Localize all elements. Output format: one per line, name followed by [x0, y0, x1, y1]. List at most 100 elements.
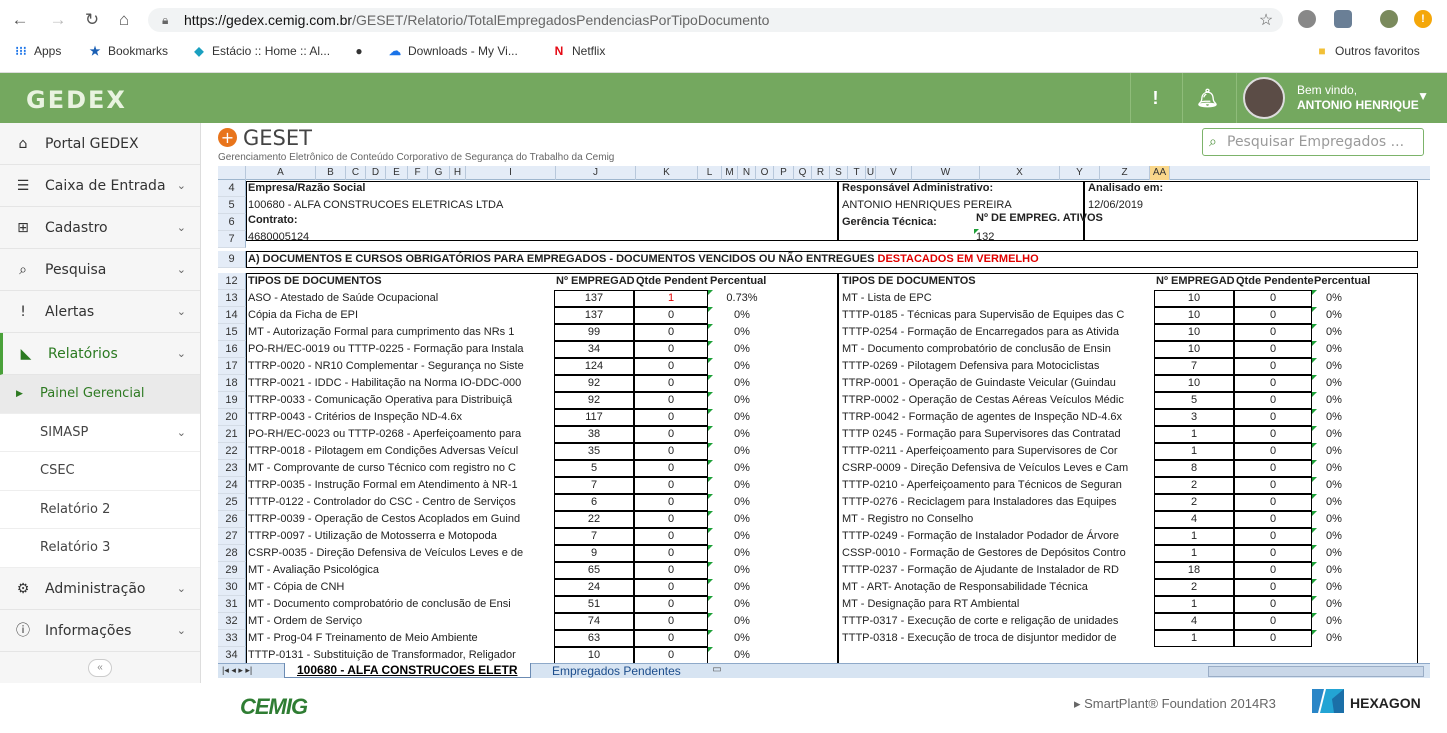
column-header[interactable]: X	[980, 166, 1060, 180]
right-percentual: 0%	[1326, 377, 1342, 389]
column-header[interactable]: J	[556, 166, 636, 180]
extension-icon[interactable]	[1334, 10, 1352, 28]
row-header[interactable]: 14	[218, 307, 246, 324]
column-header[interactable]: Q	[794, 166, 812, 180]
row-header[interactable]: 22	[218, 443, 246, 460]
column-header[interactable]: H	[450, 166, 466, 180]
row-header[interactable]: 19	[218, 392, 246, 409]
reload-icon[interactable]: ↻	[82, 10, 102, 30]
row-header[interactable]: 15	[218, 324, 246, 341]
row-header[interactable]: 9	[218, 251, 246, 268]
column-header[interactable]: W	[912, 166, 980, 180]
home-icon[interactable]: ⌂	[114, 10, 134, 30]
row-header[interactable]: 20	[218, 409, 246, 426]
row-header[interactable]: 34	[218, 647, 246, 664]
column-header[interactable]: E	[386, 166, 408, 180]
column-header[interactable]: K	[636, 166, 698, 180]
row-header[interactable]: 25	[218, 494, 246, 511]
sidebar-subitem-csec[interactable]: CSEC	[0, 452, 200, 491]
row-header[interactable]: 17	[218, 358, 246, 375]
sheet-tab-active[interactable]: 100680 - ALFA CONSTRUCOES ELETR	[284, 663, 531, 678]
column-header[interactable]: O	[756, 166, 774, 180]
gedex-logo[interactable]: GEDEX	[26, 86, 127, 114]
row-header[interactable]: 21	[218, 426, 246, 443]
update-alert-icon[interactable]: !	[1414, 10, 1432, 28]
sidebar-item-pesquisa[interactable]: ⌕ Pesquisa ⌄	[0, 249, 200, 291]
row-header[interactable]: 13	[218, 290, 246, 307]
sidebar-item-relatorios[interactable]: ◣ Relatórios ⌄	[0, 333, 200, 375]
horizontal-scrollbar[interactable]	[1208, 666, 1424, 677]
row-header[interactable]: 6	[218, 214, 246, 231]
profile-icon[interactable]	[1380, 10, 1398, 28]
column-header[interactable]: V	[876, 166, 912, 180]
bookmark-other-favorites[interactable]: ■ Outros favoritos	[1315, 44, 1419, 58]
column-header[interactable]: N	[738, 166, 756, 180]
sidebar-item-informacoes[interactable]: ⓘ Informações ⌄	[0, 610, 200, 652]
user-menu[interactable]: Bem vindo, ANTONIO HENRIQUE ▼	[1236, 73, 1447, 123]
row-header[interactable]: 12	[218, 273, 246, 290]
row-header[interactable]: 18	[218, 375, 246, 392]
column-header[interactable]: L	[698, 166, 722, 180]
column-header[interactable]: AA	[1150, 166, 1170, 180]
new-sheet-icon[interactable]: ▭	[706, 664, 728, 678]
url-input[interactable]: 🔒︎ https://gedex.cemig.com.br/GESET/Rela…	[148, 8, 1283, 32]
row-header[interactable]: 31	[218, 596, 246, 613]
extension-icon[interactable]	[1298, 10, 1316, 28]
sidebar-item-portal[interactable]: ⌂ Portal GEDEX	[0, 123, 200, 165]
row-header[interactable]: 33	[218, 630, 246, 647]
row-header[interactable]: 24	[218, 477, 246, 494]
plus-circle-icon[interactable]: +	[218, 128, 237, 147]
column-header[interactable]: C	[346, 166, 366, 180]
row-header[interactable]: 26	[218, 511, 246, 528]
sidebar-item-cadastro[interactable]: ⊞ Cadastro ⌄	[0, 207, 200, 249]
column-header[interactable]: T	[848, 166, 866, 180]
sidebar-subitem-relatorio-3[interactable]: Relatório 3	[0, 529, 200, 568]
row-header[interactable]: 32	[218, 613, 246, 630]
row-header[interactable]: 30	[218, 579, 246, 596]
column-header[interactable]: M	[722, 166, 738, 180]
bookmark-bookmarks[interactable]: ★ Bookmarks	[88, 44, 168, 58]
back-arrow-icon[interactable]: ←	[10, 10, 30, 30]
column-header[interactable]: F	[408, 166, 428, 180]
select-all-corner[interactable]	[218, 166, 246, 180]
column-header[interactable]: B	[316, 166, 346, 180]
bookmark-apps[interactable]: ⁝⁝⁝ Apps	[14, 44, 61, 58]
row-header[interactable]: 27	[218, 528, 246, 545]
row-header[interactable]: 23	[218, 460, 246, 477]
column-header[interactable]: R	[812, 166, 830, 180]
sheet-tab-empregados-pendentes[interactable]: Empregados Pendentes	[544, 664, 689, 678]
spreadsheet-viewer[interactable]: A B C D E F G H I J K L M N O P Q R S T U V W X Y Z AA 4 5 6 7 Empresa…	[218, 166, 1430, 677]
search-employees-input[interactable]: ⌕ Pesquisar Empregados ...	[1202, 128, 1424, 156]
alert-button[interactable]: !	[1130, 73, 1180, 123]
column-header[interactable]: Y	[1060, 166, 1100, 180]
bookmark-star-icon[interactable]: ☆	[1256, 10, 1276, 30]
row-header[interactable]: 7	[218, 231, 246, 248]
sidebar-subitem-simasp[interactable]: SIMASP ⌄	[0, 413, 200, 452]
row-header[interactable]: 29	[218, 562, 246, 579]
bookmark-netflix[interactable]: N Netflix	[552, 44, 606, 58]
row-header[interactable]: 4	[218, 180, 246, 197]
row-header[interactable]: 16	[218, 341, 246, 358]
column-header[interactable]: D	[366, 166, 386, 180]
sidebar-item-alertas[interactable]: ! Alertas ⌄	[0, 291, 200, 333]
sidebar-subitem-painel-gerencial[interactable]: ▶ Painel Gerencial	[0, 375, 200, 414]
row-header[interactable]: 28	[218, 545, 246, 562]
bookmark-estacio[interactable]: ◆ Estácio :: Home :: Al...	[192, 44, 330, 58]
column-header[interactable]: S	[830, 166, 848, 180]
bookmark-downloads[interactable]: ☁ Downloads - My Vi...	[388, 44, 518, 58]
column-header[interactable]: P	[774, 166, 794, 180]
column-header[interactable]: Z	[1100, 166, 1150, 180]
column-header[interactable]: U	[866, 166, 876, 180]
column-header[interactable]: I	[466, 166, 556, 180]
collapse-sidebar-button[interactable]: «	[88, 659, 112, 677]
sheet-nav-arrows[interactable]: |◂ ◂ ▸ ▸|	[222, 665, 252, 676]
notifications-button[interactable]: 🔔︎	[1182, 73, 1232, 123]
column-header[interactable]: G	[428, 166, 450, 180]
sidebar-item-inbox[interactable]: ☰ Caixa de Entrada ⌄	[0, 165, 200, 207]
forward-arrow-icon[interactable]: →	[48, 10, 68, 30]
row-header[interactable]: 5	[218, 197, 246, 214]
sidebar-item-administracao[interactable]: ⚙ Administração ⌄	[0, 568, 200, 610]
sidebar-subitem-relatorio-2[interactable]: Relatório 2	[0, 490, 200, 529]
column-header[interactable]: A	[246, 166, 316, 180]
bookmark-circle[interactable]: ●	[352, 44, 372, 58]
